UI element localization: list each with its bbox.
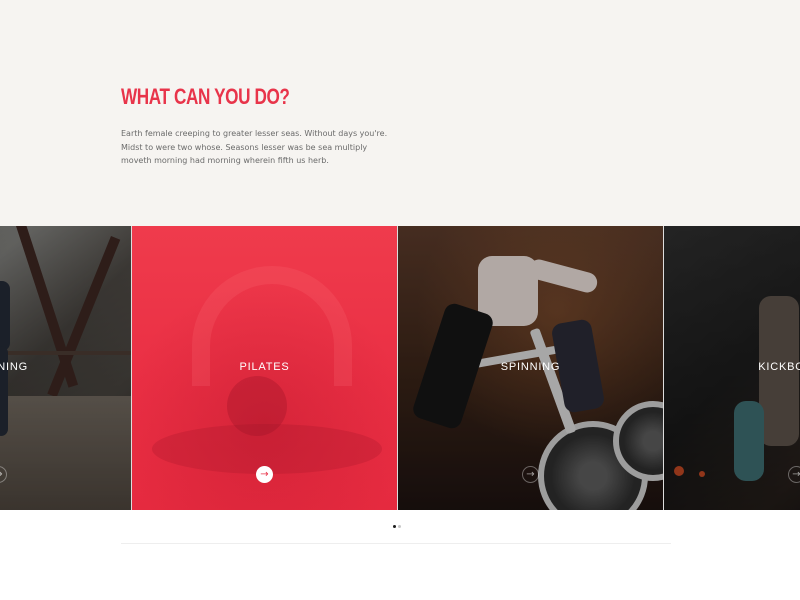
section-title: WHAT CAN YOU DO? [121, 84, 290, 109]
card-divider [131, 226, 132, 510]
pagination-dot[interactable] [393, 525, 396, 528]
card-label-pilates: PILATES [239, 361, 290, 373]
card-divider [663, 226, 664, 510]
section-divider [121, 543, 671, 544]
activity-card-training[interactable]: TRAINING → [0, 226, 131, 510]
activity-card-pilates[interactable]: PILATES → [132, 226, 397, 510]
activity-card-spinning[interactable]: SPINNING → [398, 226, 663, 510]
card-label-kickboxing: KICKBOXING [758, 361, 800, 373]
intro-section: WHAT CAN YOU DO? Earth female creeping t… [0, 0, 800, 226]
pagination-dot[interactable] [398, 525, 401, 528]
card-label-spinning: SPINNING [500, 361, 561, 373]
section-description: Earth female creeping to greater lesser … [121, 129, 388, 165]
activity-slider[interactable]: TRAINING → PILATES → SPINNING → [0, 226, 800, 510]
arrow-right-icon[interactable]: → [788, 466, 800, 483]
arrow-right-icon[interactable]: → [256, 466, 273, 483]
card-label-training: TRAINING [0, 361, 28, 373]
activity-card-kickboxing[interactable]: KICKBOXING → [664, 226, 800, 510]
card-divider [397, 226, 398, 510]
arrow-right-icon[interactable]: → [522, 466, 539, 483]
slider-pagination [393, 525, 401, 528]
